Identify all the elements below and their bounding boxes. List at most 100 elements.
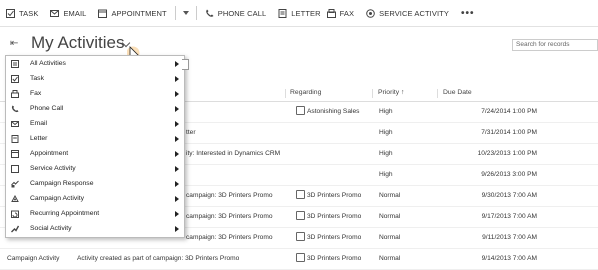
appointment-icon bbox=[11, 150, 19, 158]
menu-item-label: Email bbox=[30, 120, 47, 127]
column-header-due-date[interactable]: Due Date bbox=[443, 89, 472, 96]
chevron-right-icon bbox=[175, 226, 179, 232]
priority-cell: Normal bbox=[379, 192, 401, 199]
task-icon bbox=[11, 75, 19, 83]
recurring-appointment-icon bbox=[11, 210, 19, 218]
menu-item-label: Campaign Activity bbox=[30, 195, 85, 202]
subject-cell[interactable]: campaign: 3D Printers Promo bbox=[186, 192, 273, 199]
column-divider bbox=[437, 89, 438, 98]
priority-cell: Normal bbox=[379, 234, 401, 241]
due-date-cell: 9/26/2013 3:00 PM bbox=[481, 171, 537, 178]
regarding-cell[interactable]: 3D Printers Promo bbox=[307, 213, 361, 220]
menu-item[interactable]: Campaign Activity bbox=[6, 192, 184, 207]
priority-cell: High bbox=[379, 129, 393, 136]
due-date-cell: 7/24/2014 1:00 PM bbox=[481, 108, 537, 115]
due-date-cell: 9/14/2013 7:00 AM bbox=[481, 255, 537, 262]
due-date-cell: 7/31/2014 1:00 PM bbox=[481, 129, 537, 136]
priority-cell: High bbox=[379, 171, 393, 178]
menu-item[interactable]: All Activities bbox=[6, 57, 184, 72]
campaign-icon bbox=[296, 211, 305, 220]
chevron-right-icon bbox=[175, 196, 179, 202]
campaign-activity-icon bbox=[11, 194, 19, 203]
campaign-icon bbox=[296, 232, 305, 241]
regarding-cell[interactable]: 3D Printers Promo bbox=[307, 192, 361, 199]
search-input[interactable]: Search for records bbox=[512, 39, 598, 51]
due-date-cell: 9/11/2013 7:00 AM bbox=[482, 234, 537, 241]
fax-icon bbox=[11, 90, 19, 98]
menu-scroll-tab[interactable] bbox=[182, 59, 189, 70]
letter-label: LETTER bbox=[291, 8, 321, 18]
menu-item[interactable]: Appointment bbox=[6, 147, 184, 162]
chevron-right-icon bbox=[175, 181, 179, 187]
toolbar-divider bbox=[195, 6, 197, 20]
table-row[interactable]: Campaign Activity Activity created as par… bbox=[0, 248, 598, 270]
menu-item-label: Service Activity bbox=[30, 165, 76, 172]
new-phone-call-button[interactable]: PHONE CALL bbox=[199, 0, 273, 26]
phone-icon bbox=[205, 9, 214, 18]
chevron-right-icon bbox=[175, 106, 179, 112]
menu-item-label: Fax bbox=[30, 90, 42, 97]
new-service-activity-button[interactable]: SERVICE ACTIVITY bbox=[360, 0, 455, 26]
menu-item[interactable]: Email bbox=[6, 117, 184, 132]
social-activity-icon bbox=[11, 225, 20, 233]
pin-icon[interactable]: ⇤ bbox=[10, 38, 18, 49]
menu-item-label: All Activities bbox=[30, 60, 66, 67]
chevron-right-icon bbox=[175, 61, 179, 67]
menu-item[interactable]: Service Activity bbox=[6, 162, 184, 177]
chevron-right-icon bbox=[175, 151, 179, 157]
subject-cell[interactable]: ity: Interested in Dynamics CRM bbox=[186, 150, 280, 157]
service-activity-icon bbox=[11, 165, 19, 173]
menu-item[interactable]: Phone Call bbox=[6, 102, 184, 117]
task-label: TASK bbox=[19, 8, 39, 18]
fax-label: FAX bbox=[339, 8, 355, 18]
phone-call-label: PHONE CALL bbox=[217, 8, 267, 18]
view-title[interactable]: My Activities bbox=[31, 33, 125, 53]
service-activity-label: SERVICE ACTIVITY bbox=[379, 8, 449, 18]
letter-icon bbox=[11, 135, 19, 143]
menu-item[interactable]: Recurring Appointment bbox=[6, 207, 184, 222]
subject-cell[interactable]: campaign: 3D Printers Promo bbox=[186, 234, 273, 241]
priority-cell: High bbox=[379, 150, 393, 157]
chevron-right-icon bbox=[175, 136, 179, 142]
chevron-right-icon bbox=[175, 76, 179, 82]
regarding-cell[interactable]: Astonishing Sales bbox=[307, 108, 359, 115]
menu-item-label: Recurring Appointment bbox=[30, 210, 100, 217]
chevron-down-icon[interactable] bbox=[182, 11, 189, 15]
new-email-button[interactable]: EMAIL bbox=[44, 0, 92, 26]
menu-item[interactable]: Letter bbox=[6, 132, 184, 147]
appointment-icon bbox=[98, 9, 108, 18]
chevron-right-icon bbox=[175, 91, 179, 97]
campaign-response-icon bbox=[11, 180, 19, 188]
service-activity-icon bbox=[366, 8, 375, 18]
view-selector-menu: All Activities Task Fax Phone Call Email Lett… bbox=[5, 55, 185, 238]
menu-item[interactable]: Social Activity bbox=[6, 222, 184, 237]
subject-cell[interactable]: tter bbox=[186, 129, 196, 136]
column-divider bbox=[372, 89, 373, 98]
menu-item[interactable]: Campaign Response bbox=[6, 177, 184, 192]
subject-cell[interactable]: campaign: 3D Printers Promo bbox=[186, 213, 273, 220]
more-commands-button[interactable]: ••• bbox=[455, 8, 481, 19]
regarding-cell[interactable]: 3D Printers Promo bbox=[307, 234, 361, 241]
column-header-regarding[interactable]: Regarding bbox=[290, 89, 321, 96]
due-date-cell: 9/30/2013 7:00 AM bbox=[481, 192, 537, 199]
regarding-cell[interactable]: 3D Printers Promo bbox=[307, 255, 361, 262]
campaign-icon bbox=[296, 253, 305, 262]
menu-item-label: Task bbox=[30, 75, 44, 82]
menu-item[interactable]: Fax bbox=[6, 87, 184, 102]
new-appointment-button[interactable]: APPOINTMENT bbox=[92, 0, 172, 26]
menu-item-label: Campaign Response bbox=[30, 180, 94, 187]
campaign-icon bbox=[296, 190, 305, 199]
subject-cell[interactable]: Activity created as part of campaign: 3D… bbox=[77, 255, 239, 262]
menu-item-label: Letter bbox=[30, 135, 48, 142]
command-bar: TASK EMAIL APPOINTMENT PHONE CALL LETTER… bbox=[0, 0, 598, 27]
new-letter-button[interactable]: LETTER bbox=[272, 0, 326, 26]
priority-cell: Normal bbox=[379, 213, 401, 220]
menu-item-label: Phone Call bbox=[30, 105, 64, 112]
menu-item[interactable]: Task bbox=[6, 72, 184, 87]
fax-icon bbox=[326, 8, 336, 18]
new-fax-button[interactable]: FAX bbox=[326, 0, 360, 26]
new-task-button[interactable]: TASK bbox=[0, 0, 44, 26]
phone-icon bbox=[11, 105, 19, 113]
column-header-priority[interactable]: Priority ↑ bbox=[378, 89, 404, 96]
menu-item-label: Social Activity bbox=[30, 225, 72, 232]
